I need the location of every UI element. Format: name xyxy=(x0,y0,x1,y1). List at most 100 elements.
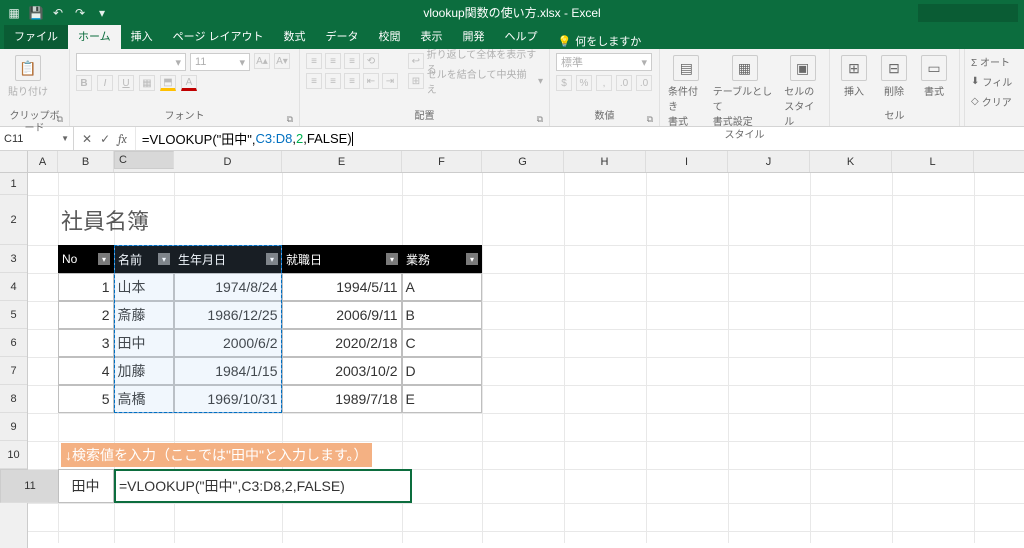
row-header-1[interactable]: 1 xyxy=(0,173,27,195)
cell-role[interactable]: E xyxy=(402,385,482,413)
cell-name[interactable]: 斎藤 xyxy=(114,301,174,329)
dialog-launcher-icon[interactable]: ⧉ xyxy=(287,113,293,125)
column-header-K[interactable]: K xyxy=(810,151,892,172)
column-header-C[interactable]: C xyxy=(114,151,174,169)
autosum-button[interactable]: Σ オート xyxy=(971,53,1018,69)
dialog-launcher-icon[interactable]: ⧉ xyxy=(537,113,543,125)
column-header-J[interactable]: J xyxy=(728,151,810,172)
decrease-decimal-icon[interactable]: .0 xyxy=(636,75,652,91)
tab-insert[interactable]: 挿入 xyxy=(121,23,163,49)
orientation-icon[interactable]: ⟲ xyxy=(363,53,379,69)
italic-button[interactable]: I xyxy=(97,75,113,91)
format-cells-button[interactable]: ▭書式 xyxy=(916,53,952,100)
filter-icon[interactable]: ▾ xyxy=(386,253,398,265)
cell-name[interactable]: 山本 xyxy=(114,273,174,301)
formula-input[interactable]: =VLOOKUP("田中",C3:D8,2,FALSE) xyxy=(136,127,1024,150)
save-icon[interactable]: 💾 xyxy=(28,5,44,21)
tab-file[interactable]: ファイル xyxy=(4,23,68,49)
row-header-5[interactable]: 5 xyxy=(0,301,27,329)
sheet-title[interactable]: 社員名簿 xyxy=(58,195,282,245)
row-header-8[interactable]: 8 xyxy=(0,385,27,413)
tell-me-search[interactable]: 💡 何をしますか xyxy=(548,33,652,49)
active-cell-editor[interactable]: =VLOOKUP("田中",C3:D8,2,FALSE) xyxy=(114,469,412,503)
row-header-9[interactable]: 9 xyxy=(0,413,27,441)
cell-hire[interactable]: 2003/10/2 xyxy=(282,357,402,385)
column-header-D[interactable]: D xyxy=(174,151,282,172)
row-header-2[interactable]: 2 xyxy=(0,195,27,245)
row-header-3[interactable]: 3 xyxy=(0,245,27,273)
table-header[interactable]: 業務▾ xyxy=(402,245,482,273)
column-header-G[interactable]: G xyxy=(482,151,564,172)
fill-color-button[interactable]: ⬒ xyxy=(160,75,176,91)
cell-no[interactable]: 2 xyxy=(58,301,114,329)
percent-icon[interactable]: % xyxy=(576,75,592,91)
cell-name[interactable]: 高橋 xyxy=(114,385,174,413)
cell-role[interactable]: B xyxy=(402,301,482,329)
cell-hire[interactable]: 2006/9/11 xyxy=(282,301,402,329)
column-header-E[interactable]: E xyxy=(282,151,402,172)
fx-icon[interactable]: fx xyxy=(118,132,127,146)
cell-dob[interactable]: 1974/8/24 xyxy=(174,273,282,301)
cell-no[interactable]: 3 xyxy=(58,329,114,357)
table-header[interactable]: 名前▾ xyxy=(114,245,174,273)
insert-cells-button[interactable]: ⊞挿入 xyxy=(836,53,872,100)
border-button[interactable]: ▦ xyxy=(139,75,155,91)
column-header-L[interactable]: L xyxy=(892,151,974,172)
tab-review[interactable]: 校閲 xyxy=(369,23,411,49)
filter-icon[interactable]: ▾ xyxy=(466,253,478,265)
column-header-H[interactable]: H xyxy=(564,151,646,172)
cell-role[interactable]: C xyxy=(402,329,482,357)
row-header-7[interactable]: 7 xyxy=(0,357,27,385)
number-format-select[interactable]: 標準▾ xyxy=(556,53,652,71)
column-header-A[interactable]: A xyxy=(28,151,58,172)
spreadsheet-grid[interactable]: 1234567891011 ABCDEFGHIJKL 社員名簿No▾名前▾生年月… xyxy=(0,151,1024,548)
cancel-icon[interactable]: ✕ xyxy=(82,132,92,146)
comma-icon[interactable]: , xyxy=(596,75,612,91)
indent-dec-icon[interactable]: ⇤ xyxy=(363,73,379,89)
cell-hire[interactable]: 2020/2/18 xyxy=(282,329,402,357)
undo-icon[interactable]: ↶ xyxy=(50,5,66,21)
align-top-icon[interactable]: ≡ xyxy=(306,53,322,69)
paste-button[interactable]: 📋 貼り付け xyxy=(6,53,50,100)
bold-button[interactable]: B xyxy=(76,75,92,91)
cell-role[interactable]: D xyxy=(402,357,482,385)
cell-no[interactable]: 4 xyxy=(58,357,114,385)
clear-button[interactable]: ◇クリア xyxy=(971,93,1018,109)
cell-dob[interactable]: 1984/1/15 xyxy=(174,357,282,385)
filter-icon[interactable]: ▾ xyxy=(98,253,110,265)
table-header[interactable]: 生年月日▾ xyxy=(174,245,282,273)
note-cell[interactable]: ↓検索値を入力（ここでは"田中"と入力します。） xyxy=(58,441,482,469)
cell-name[interactable]: 加藤 xyxy=(114,357,174,385)
dialog-launcher-icon[interactable]: ⧉ xyxy=(647,113,653,125)
lookup-input-cell[interactable]: 田中 xyxy=(58,469,114,503)
cell-no[interactable]: 1 xyxy=(58,273,114,301)
name-box-dropdown-icon[interactable]: ▼ xyxy=(61,134,69,143)
row-header-10[interactable]: 10 xyxy=(0,441,27,469)
filter-icon[interactable]: ▾ xyxy=(158,253,170,265)
row-header-6[interactable]: 6 xyxy=(0,329,27,357)
column-header-B[interactable]: B xyxy=(58,151,114,172)
cell-name[interactable]: 田中 xyxy=(114,329,174,357)
align-left-icon[interactable]: ≡ xyxy=(306,73,322,89)
table-header[interactable]: 就職日▾ xyxy=(282,245,402,273)
cell-no[interactable]: 5 xyxy=(58,385,114,413)
increase-font-icon[interactable]: A▴ xyxy=(254,53,270,69)
dialog-launcher-icon[interactable]: ⧉ xyxy=(57,113,63,125)
cell-hire[interactable]: 1989/7/18 xyxy=(282,385,402,413)
increase-decimal-icon[interactable]: .0 xyxy=(616,75,632,91)
font-name-select[interactable]: ▾ xyxy=(76,53,186,71)
conditional-format-button[interactable]: ▤条件付き 書式 xyxy=(666,53,707,130)
decrease-font-icon[interactable]: A▾ xyxy=(274,53,290,69)
tab-data[interactable]: データ xyxy=(316,23,369,49)
table-header[interactable]: No▾ xyxy=(58,245,114,273)
select-all-corner[interactable] xyxy=(0,151,27,173)
indent-inc-icon[interactable]: ⇥ xyxy=(382,73,398,89)
merge-center-button[interactable]: ⊞セルを結合して中央揃え▾ xyxy=(408,73,543,89)
tab-home[interactable]: ホーム xyxy=(68,23,121,49)
align-middle-icon[interactable]: ≡ xyxy=(325,53,341,69)
font-color-button[interactable]: A xyxy=(181,75,197,91)
account-area[interactable] xyxy=(918,4,1018,22)
cell-dob[interactable]: 2000/6/2 xyxy=(174,329,282,357)
cells-area[interactable]: 社員名簿No▾名前▾生年月日▾就職日▾業務▾1山本1974/8/241994/5… xyxy=(28,173,1024,543)
align-bottom-icon[interactable]: ≡ xyxy=(344,53,360,69)
